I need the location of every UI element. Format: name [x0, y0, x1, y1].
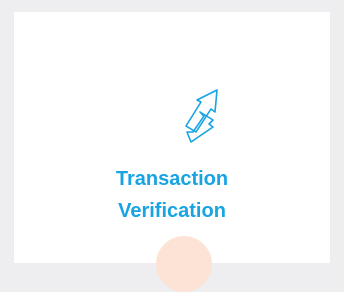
card-title-line1: Transaction: [115, 168, 229, 190]
card-title-line2: Verification: [118, 200, 226, 222]
peek-circle: [156, 236, 212, 292]
exchange-arrows-icon: [167, 82, 239, 154]
